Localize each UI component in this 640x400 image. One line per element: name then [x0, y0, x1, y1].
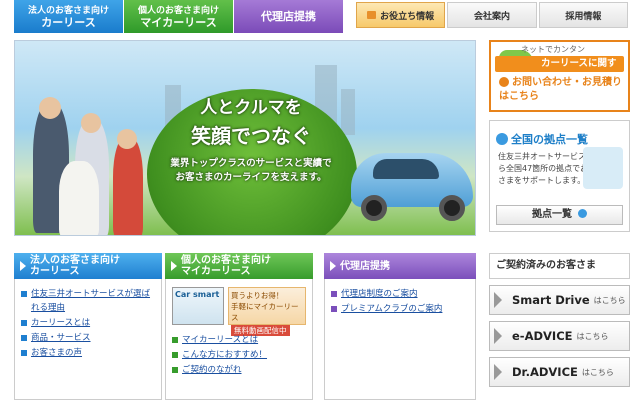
subnav-recruit[interactable]: 採用情報 [538, 2, 628, 28]
link-why-chosen[interactable]: 住友三井オートサービスが選ばれる理由 [21, 287, 155, 315]
smart-drive-label: Smart Drive [512, 293, 590, 307]
top-navigation: 法人のお客さま向け カーリース 個人のお客さま向け マイカーリース 代理店提携 [14, 0, 344, 33]
link-customer-voice[interactable]: お客さまの声 [21, 346, 155, 360]
triangle-right-icon [494, 292, 502, 308]
sub-navigation: お役立ち情報 会社案内 採用情報 [356, 2, 628, 28]
nav-corporate-big: カーリース [41, 15, 96, 29]
locations-button-label: 拠点一覧 [532, 209, 572, 220]
cta-tag: ネットでカンタン [521, 45, 585, 54]
link-products[interactable]: 商品・サービス [21, 331, 155, 345]
nav-personal-big: マイカーリース [140, 15, 217, 29]
contracted-customers-box: ご契約済みのお客さま Smart Drive はこちら e-ADVICE はこちら … [489, 253, 630, 400]
link-agency-system[interactable]: 代理店制度のご案内 [331, 287, 469, 301]
arrow-circle-icon [578, 209, 587, 218]
e-advice-suffix: はこちら [576, 331, 609, 341]
subnav-company-label: 会社案内 [473, 11, 510, 22]
cta-line1: お問い合わせ・お見積り [512, 77, 622, 88]
locations-title: 全国の拠点一覧 [511, 133, 588, 146]
building-shape [341, 89, 355, 135]
subnav-useful-info-label: お役立ち情報 [380, 11, 435, 22]
agency-header-label: 代理店提携 [340, 260, 390, 272]
personal-lease-column: 個人のお客さま向け マイカーリース Car smart 買うよりお得！ 手軽にマイカ… [165, 253, 313, 400]
globe-icon [496, 133, 508, 145]
hero-slogan: 人とクルマを 笑顔でつなぐ 業界トップクラスのサービスと実績で お客さまのカーライ… [161, 93, 341, 185]
nav-personal-small: 個人のお客さま向け [137, 5, 219, 16]
agency-column: 代理店提携 代理店制度のご案内 プレミアムクラブのご案内 [324, 253, 476, 400]
subnav-company[interactable]: 会社案内 [447, 2, 537, 28]
subnav-recruit-label: 採用情報 [565, 11, 602, 22]
nav-corporate-small: 法人のお客さま向け [27, 5, 109, 16]
arrow-right-icon [171, 261, 177, 271]
person-head [117, 129, 137, 149]
triangle-right-icon [494, 364, 502, 380]
arrow-right-icon [330, 261, 336, 271]
slogan-line2: 笑顔でつなぐ [191, 124, 311, 148]
e-advice-button[interactable]: e-ADVICE はこちら [489, 321, 630, 351]
link-what-is-lease[interactable]: カーリースとは [21, 316, 155, 330]
link-what-is-mycar-lease[interactable]: マイカーリースとは [172, 333, 306, 347]
car-wheel [439, 195, 465, 221]
people-photo [23, 97, 173, 235]
dr-advice-suffix: はこちら [581, 367, 614, 377]
locations-box: 全国の拠点一覧 住友三井オートサービスなら全国47箇所の拠点でお客さまをサポート… [489, 120, 630, 232]
arrow-right-icon [20, 261, 26, 271]
car-wheel [361, 195, 387, 221]
banner-line1: 買うよりお得！ [231, 291, 284, 300]
inquiry-cta-box[interactable]: ネットでカンタン カーリースに関する お問い合わせ・お見積りはこちら [489, 40, 630, 112]
folder-icon [367, 11, 377, 19]
contract-title: ご契約済みのお客さま [489, 253, 630, 279]
smart-drive-button[interactable]: Smart Drive はこちら [489, 285, 630, 315]
triangle-right-icon [494, 328, 502, 344]
link-premium-club[interactable]: プレミアムクラブのご案内 [331, 302, 469, 316]
nav-agency-label: 代理店提携 [261, 9, 316, 23]
arrow-circle-icon [499, 77, 509, 87]
agency-header[interactable]: 代理店提携 [324, 253, 476, 279]
slogan-line1: 人とクルマを [200, 98, 302, 118]
japan-map-icon [583, 147, 623, 189]
person-head [39, 97, 61, 119]
link-recommended[interactable]: こんな方におすすめ！ [172, 348, 306, 362]
locations-button[interactable]: 拠点一覧 [496, 205, 623, 225]
electric-car-illustration [345, 133, 475, 229]
corporate-header-small: 法人のお客さま向け [30, 255, 120, 266]
personal-lease-header[interactable]: 個人のお客さま向け マイカーリース [165, 253, 313, 279]
car-smart-banner[interactable]: Car smart 買うよりお得！ 手軽にマイカーリース 無料動画配信中 [172, 287, 306, 336]
hero-banner[interactable]: 人とクルマを 笑顔でつなぐ 業界トップクラスのサービスと実績で お客さまのカーライ… [14, 40, 476, 236]
nav-corporate-lease[interactable]: 法人のお客さま向け カーリース [14, 0, 124, 33]
person-head [81, 113, 101, 133]
personal-header-big: マイカーリース [181, 266, 251, 277]
car-window [373, 159, 439, 179]
subnav-useful-info[interactable]: お役立ち情報 [356, 2, 446, 28]
slogan-line3: 業界トップクラスのサービスと実績で [170, 158, 332, 169]
smart-drive-suffix: はこちら [593, 295, 626, 305]
cta-line2: はこちら [499, 91, 539, 102]
person-figure [113, 137, 143, 235]
corporate-lease-header[interactable]: 法人のお客さま向け カーリース [14, 253, 162, 279]
car-smart-logo: Car smart [172, 287, 224, 325]
nav-personal-lease[interactable]: 個人のお客さま向け マイカーリース [124, 0, 234, 33]
nav-agency[interactable]: 代理店提携 [234, 0, 344, 33]
dr-advice-button[interactable]: Dr.ADVICE はこちら [489, 357, 630, 387]
corporate-lease-column: 法人のお客さま向け カーリース 住友三井オートサービスが選ばれる理由 カーリースと… [14, 253, 162, 400]
dr-advice-label: Dr.ADVICE [512, 365, 578, 379]
slogan-line4: お客さまのカーライフを支えます。 [175, 172, 327, 183]
person-figure [59, 161, 99, 235]
e-advice-label: e-ADVICE [512, 329, 573, 343]
personal-header-small: 個人のお客さま向け [181, 255, 271, 266]
cta-bar: カーリースに関する [495, 56, 624, 85]
corporate-header-big: カーリース [30, 266, 80, 277]
banner-line2: 手軽にマイカーリース [231, 302, 299, 322]
link-contract-flow[interactable]: ご契約のながれ [172, 363, 306, 377]
